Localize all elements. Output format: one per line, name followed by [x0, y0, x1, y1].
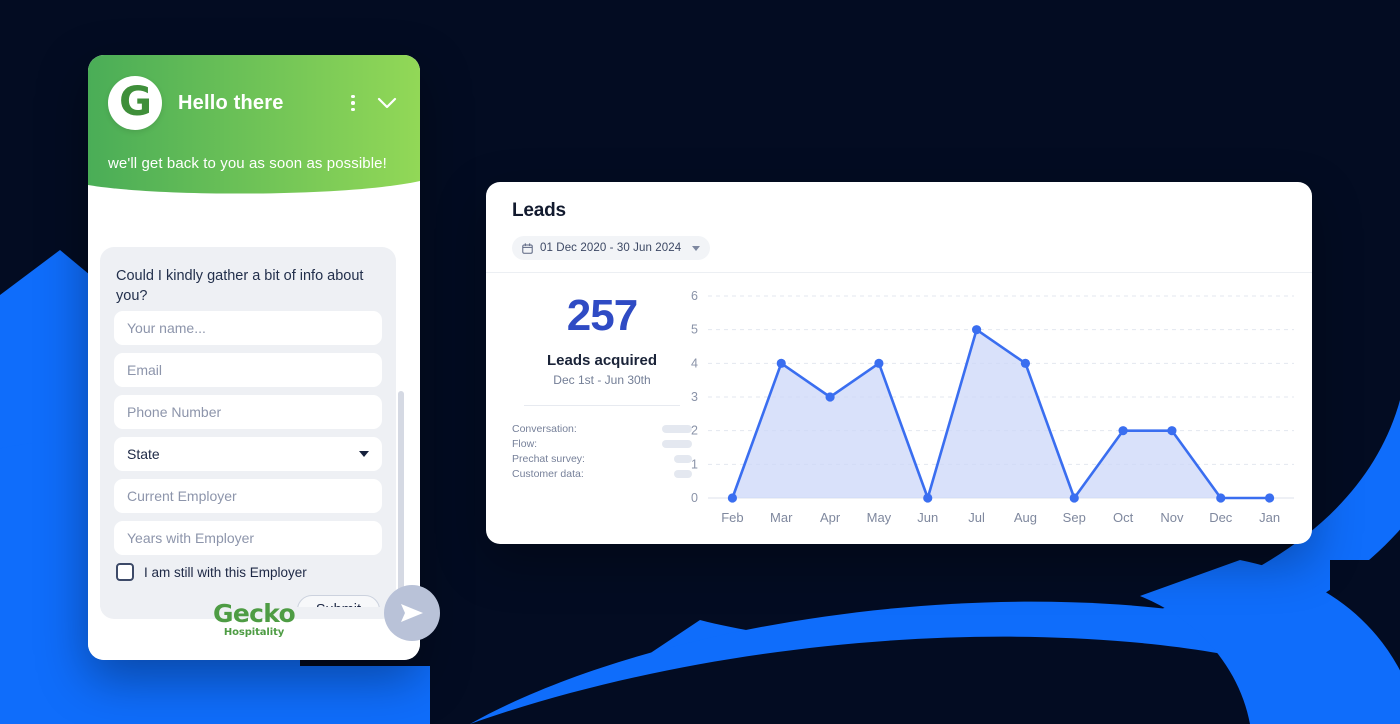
input-your-name-placeholder: Your name...: [127, 320, 206, 336]
stats-breakdown-label: Flow:: [512, 438, 538, 450]
chart-x-tick-label: Dec: [1209, 510, 1233, 525]
stats-divider: [524, 405, 680, 406]
input-years-with-employer[interactable]: Years with Employer: [114, 521, 382, 555]
chat-widget-header: G Hello there we'll get back to you as s…: [88, 55, 420, 195]
bot-message-bubble: Could I kindly gather a bit of info abou…: [100, 253, 396, 311]
stats-breakdown-row: Customer data:: [512, 468, 692, 480]
stats-block: 257 Leads acquired Dec 1st - Jun 30th Co…: [512, 294, 692, 483]
chart-data-point[interactable]: [1020, 358, 1031, 368]
chat-widget-body: Could I kindly gather a bit of info abou…: [88, 195, 420, 660]
input-phone-number[interactable]: Phone Number: [114, 395, 382, 429]
still-with-employer-row: I am still with this Employer: [114, 563, 382, 581]
chevron-down-icon: [359, 451, 369, 457]
select-state[interactable]: State: [114, 437, 382, 471]
chart-data-point[interactable]: [1216, 493, 1226, 503]
chat-header-row: G Hello there: [88, 55, 420, 151]
send-paper-plane-icon: [401, 604, 423, 622]
chevron-down-icon: [692, 245, 701, 251]
stats-breakdown-row: Prechat survey:: [512, 453, 692, 465]
chart-y-tick-label: 1: [691, 457, 698, 471]
panel-divider: [486, 272, 1312, 273]
chart-y-tick-label: 6: [691, 289, 698, 303]
input-email[interactable]: Email: [114, 353, 382, 387]
chart-plot-svg: 0 1 2 3 4 5 6 Feb Mar Apr May Jun Jul Aug Sep Oct Nov Dec…: [691, 289, 1294, 525]
leads-count-label: Leads acquired: [546, 352, 658, 369]
gecko-logo-icon: G: [108, 76, 162, 130]
chart-data-point[interactable]: [1167, 426, 1177, 436]
chart-data-point[interactable]: [1118, 426, 1128, 436]
bot-message-text: Could I kindly gather a bit of info abou…: [116, 268, 364, 304]
calendar-icon: [522, 242, 533, 254]
date-range-picker[interactable]: 01 Dec 2020 - 30 Jun 2024: [512, 236, 711, 260]
more-options-icon[interactable]: [340, 90, 366, 116]
gecko-brand-footer: Gecko Hospitality: [88, 601, 420, 638]
lead-capture-form: Your name... Email Phone Number State Cu…: [100, 311, 396, 607]
chat-title: Hello there: [178, 91, 284, 114]
input-your-name[interactable]: Your name...: [114, 311, 382, 345]
stats-breakdown-row: Flow:: [512, 438, 692, 450]
chart-x-tick-label: Sep: [1063, 510, 1086, 525]
chevron-down-glyph: [377, 97, 397, 108]
stats-breakdown-label: Prechat survey:: [512, 453, 585, 465]
chart-area-fill: [732, 329, 1270, 498]
date-range-text: 01 Dec 2020 - 30 Jun 2024: [540, 242, 682, 254]
chart-x-tick-label: Jun: [917, 510, 938, 525]
chart-x-tick-label: Oct: [1113, 510, 1134, 525]
page-title: Leads: [512, 200, 566, 221]
gecko-wordmark: Gecko: [213, 599, 296, 628]
leads-area-chart: 0 1 2 3 4 5 6 Feb Mar Apr May Jun Jul Aug Sep Oct Nov Dec…: [682, 286, 1302, 536]
chart-y-tick-label: 3: [691, 390, 698, 404]
stats-breakdown-label: Conversation:: [512, 423, 577, 435]
input-email-placeholder: Email: [127, 362, 163, 378]
chart-x-tick-label: May: [867, 510, 892, 525]
input-current-employer[interactable]: Current Employer: [114, 479, 382, 513]
leads-count-range: Dec 1st - Jun 30th: [553, 373, 651, 387]
chart-x-tick-label: Mar: [770, 510, 793, 525]
chart-data-point[interactable]: [971, 325, 982, 335]
leads-count-value: 257: [566, 291, 638, 340]
input-years-with-employer-placeholder: Years with Employer: [127, 530, 255, 546]
input-phone-number-placeholder: Phone Number: [127, 404, 222, 420]
chart-x-tick-label: Jan: [1259, 510, 1280, 525]
chat-widget: G Hello there we'll get back to you as s…: [88, 55, 420, 660]
screenshot-root: G Hello there we'll get back to you as s…: [0, 0, 1400, 724]
chart-data-point[interactable]: [923, 493, 933, 503]
chart-data-point[interactable]: [874, 358, 884, 368]
chart-data-point[interactable]: [825, 392, 835, 402]
stats-breakdown-row: Conversation:: [512, 423, 692, 435]
send-message-button[interactable]: [384, 585, 440, 641]
chart-data-point[interactable]: [776, 358, 786, 368]
chart-y-tick-label: 5: [691, 323, 698, 337]
select-state-value: State: [127, 446, 160, 462]
chart-x-tick-label: Feb: [721, 510, 743, 525]
chart-y-tick-label: 0: [691, 491, 698, 505]
still-with-employer-checkbox[interactable]: [116, 563, 134, 581]
gecko-wordmark-sub: Hospitality: [223, 627, 285, 638]
chart-data-point[interactable]: [727, 493, 738, 503]
chart-y-tick-label: 4: [691, 356, 698, 370]
chart-data-point[interactable]: [1264, 493, 1275, 503]
chart-x-tick-label: Apr: [820, 510, 841, 525]
still-with-employer-label: I am still with this Employer: [144, 564, 307, 580]
chevron-down-icon[interactable]: [374, 90, 400, 116]
stats-breakdown-list: Conversation: Flow: Prechat survey: Custome…: [512, 423, 692, 480]
chart-x-tick-label: Jul: [968, 510, 985, 525]
leads-panel: Leads 01 Dec 2020 - 30 Jun 2024 257 Lead…: [486, 182, 1312, 544]
chart-data-point[interactable]: [1069, 493, 1079, 503]
chart-y-tick-label: 2: [691, 424, 698, 438]
form-scrollbar-thumb[interactable]: [398, 391, 404, 599]
input-current-employer-placeholder: Current Employer: [127, 488, 237, 504]
stats-breakdown-label: Customer data:: [512, 468, 584, 480]
logo-letter: G: [119, 79, 152, 125]
chart-x-tick-label: Nov: [1160, 510, 1184, 525]
chat-subtitle: we'll get back to you as soon as possibl…: [108, 155, 387, 172]
chart-x-tick-label: Aug: [1014, 510, 1037, 525]
